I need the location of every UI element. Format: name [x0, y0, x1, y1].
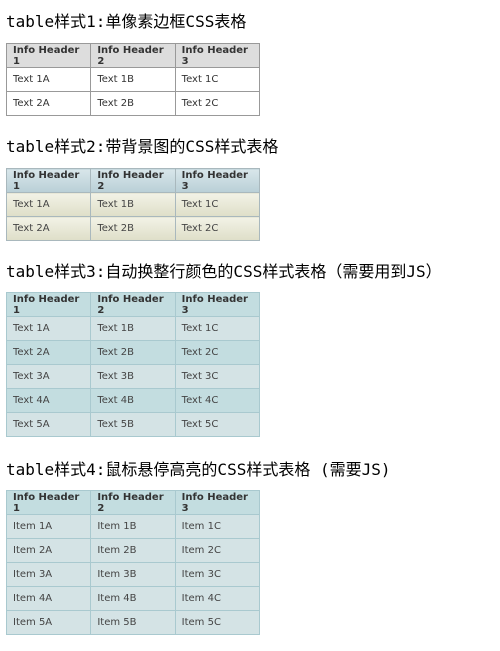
table-cell: Text 3C: [174, 364, 261, 389]
table-cell: Item 2B: [90, 538, 176, 563]
table-cell: Text 1C: [174, 67, 261, 92]
table-cell: Text 1A: [5, 67, 92, 92]
table-cell: Text 5A: [5, 412, 92, 437]
table-row: Text 1A Text 1B Text 1C: [5, 192, 261, 217]
column-header: Info Header 2: [90, 168, 176, 193]
table-cell: Text 5C: [174, 412, 261, 437]
table-row: Text 1A Text 1B Text 1C: [5, 316, 261, 341]
table-cell: Text 1C: [174, 316, 261, 341]
table-cell: Text 4A: [5, 388, 92, 413]
table-cell: Item 5C: [174, 610, 261, 635]
table-cell: Text 2A: [5, 91, 92, 116]
table-cell: Text 4C: [174, 388, 261, 413]
table-row[interactable]: Item 1A Item 1B Item 1C: [5, 514, 261, 539]
table-cell: Text 2B: [90, 340, 176, 365]
table-cell: Text 2A: [5, 340, 92, 365]
table-cell: Text 2C: [174, 91, 261, 116]
table-row: Text 5A Text 5B Text 5C: [5, 412, 261, 437]
table-cell: Item 2C: [174, 538, 261, 563]
table-cell: Text 2B: [90, 216, 176, 241]
column-header: Info Header 1: [5, 43, 92, 68]
table-row: Text 4A Text 4B Text 4C: [5, 388, 261, 413]
table-cell: Text 4B: [90, 388, 176, 413]
table-cell: Text 1B: [90, 192, 176, 217]
column-header: Info Header 3: [174, 43, 261, 68]
table-row: Text 1A Text 1B Text 1C: [5, 67, 261, 92]
table-row[interactable]: Item 4A Item 4B Item 4C: [5, 586, 261, 611]
table-cell: Text 1A: [5, 316, 92, 341]
table-style-1: Info Header 1 Info Header 2 Info Header 3T…: [5, 43, 261, 116]
table-cell: Text 2B: [90, 91, 176, 116]
table-cell: Item 5B: [90, 610, 176, 635]
column-header: Info Header 2: [90, 43, 176, 68]
table-row: Text 3A Text 3B Text 3C: [5, 364, 261, 389]
table-row: Text 2A Text 2B Text 2C: [5, 216, 261, 241]
section-title: table样式3:自动换整行颜色的CSS样式表格（需要用到JS）: [6, 262, 442, 281]
table-cell: Text 2A: [5, 216, 92, 241]
table-style-2: Info Header 1 Info Header 2 Info Header 3T…: [5, 168, 261, 241]
table-row[interactable]: Item 5A Item 5B Item 5C: [5, 610, 261, 635]
column-header: Info Header 3: [174, 168, 261, 193]
table-cell: Text 1A: [5, 192, 92, 217]
table-cell: Text 1B: [90, 67, 176, 92]
table-cell: Item 3C: [174, 562, 261, 587]
section-title: table样式2:带背景图的CSS样式表格: [6, 137, 279, 156]
table-cell: Item 1C: [174, 514, 261, 539]
table-row[interactable]: Item 2A Item 2B Item 2C: [5, 538, 261, 563]
table-cell: Item 5A: [5, 610, 92, 635]
column-header: Info Header 1: [5, 490, 92, 515]
table-style-3: Info Header 1 Info Header 2 Info Header 3T…: [5, 292, 261, 437]
column-header: Info Header 2: [90, 292, 176, 317]
column-header: Info Header 1: [5, 292, 92, 317]
table-cell: Text 3B: [90, 364, 176, 389]
table-cell: Text 1C: [174, 192, 261, 217]
table-row: Text 2A Text 2B Text 2C: [5, 91, 261, 116]
header-row: Info Header 1 Info Header 2 Info Header 3: [5, 490, 261, 515]
table-style-4: Info Header 1 Info Header 2 Info Header 3I…: [5, 490, 261, 635]
table-cell: Text 5B: [90, 412, 176, 437]
table-cell: Item 4A: [5, 586, 92, 611]
section-title: table样式4:鼠标悬停高亮的CSS样式表格 (需要JS): [6, 460, 391, 479]
table-cell: Text 1B: [90, 316, 176, 341]
table-cell: Text 2C: [174, 340, 261, 365]
header-row: Info Header 1 Info Header 2 Info Header 3: [5, 292, 261, 317]
table-cell: Text 2C: [174, 216, 261, 241]
table-cell: Item 2A: [5, 538, 92, 563]
table-row: Text 2A Text 2B Text 2C: [5, 340, 261, 365]
table-cell: Item 3A: [5, 562, 92, 587]
column-header: Info Header 1: [5, 168, 92, 193]
table-cell: Item 4B: [90, 586, 176, 611]
table-cell: Item 1B: [90, 514, 176, 539]
header-row: Info Header 1 Info Header 2 Info Header 3: [5, 43, 261, 68]
table-cell: Item 4C: [174, 586, 261, 611]
table-cell: Item 3B: [90, 562, 176, 587]
table-row[interactable]: Item 3A Item 3B Item 3C: [5, 562, 261, 587]
header-row: Info Header 1 Info Header 2 Info Header 3: [5, 168, 261, 193]
table-cell: Text 3A: [5, 364, 92, 389]
section-title: table样式1:单像素边框CSS表格: [6, 12, 247, 31]
column-header: Info Header 3: [174, 490, 261, 515]
column-header: Info Header 2: [90, 490, 176, 515]
table-cell: Item 1A: [5, 514, 92, 539]
column-header: Info Header 3: [174, 292, 261, 317]
